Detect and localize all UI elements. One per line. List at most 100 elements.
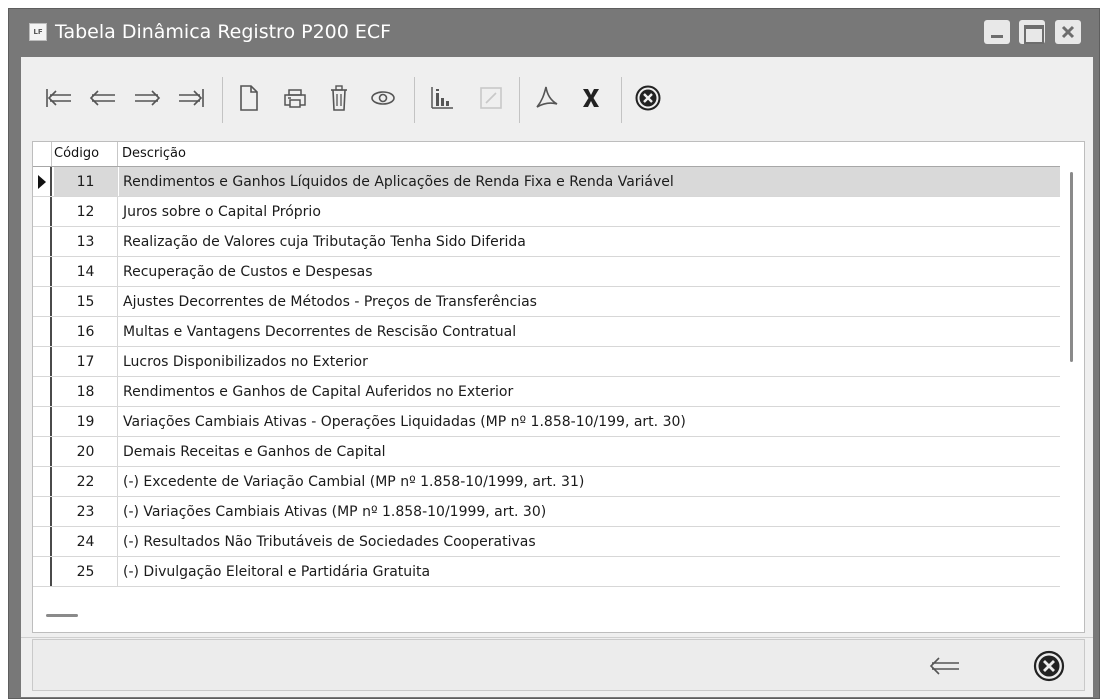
cell-descricao[interactable]: (-) Resultados Não Tributáveis de Socied… (119, 527, 536, 556)
application-window: LF Tabela Dinâmica Registro P200 ECF Cód… (8, 8, 1100, 699)
first-record-button[interactable] (41, 80, 77, 116)
eye-icon (371, 91, 395, 105)
cell-codigo[interactable]: 12 (54, 197, 118, 226)
cell-descricao[interactable]: Rendimentos e Ganhos de Capital Auferido… (119, 377, 513, 406)
row-indicator[interactable] (33, 407, 52, 436)
cell-descricao[interactable]: Juros sobre o Capital Próprio (119, 197, 321, 226)
table-row[interactable]: 22 (-) Excedente de Variação Cambial (MP … (33, 467, 1060, 497)
new-document-icon (240, 85, 258, 111)
cell-descricao[interactable]: (-) Excedente de Variação Cambial (MP nº… (119, 467, 584, 496)
row-indicator[interactable] (33, 347, 52, 376)
client-area: Código Descrição 11 Rendimentos e Ganhos … (21, 57, 1093, 697)
cell-descricao[interactable]: Demais Receitas e Ganhos de Capital (119, 437, 386, 466)
cell-codigo[interactable]: 17 (54, 347, 118, 376)
cell-descricao[interactable]: (-) Divulgação Eleitoral e Partidária Gr… (119, 557, 430, 586)
current-row-indicator[interactable] (33, 167, 52, 196)
cell-descricao[interactable]: Realização de Valores cuja Tributação Te… (119, 227, 526, 256)
table-row[interactable]: 12 Juros sobre o Capital Próprio (33, 197, 1060, 227)
table-row[interactable]: 18 Rendimentos e Ganhos de Capital Auferi… (33, 377, 1060, 407)
chart-button[interactable] (424, 80, 460, 116)
table-row[interactable]: 16 Multas e Vantagens Decorrentes de Resc… (33, 317, 1060, 347)
cell-descricao[interactable]: Lucros Disponibilizados no Exterior (119, 347, 368, 376)
cell-codigo[interactable]: 20 (54, 437, 118, 466)
grid-header: Código Descrição (33, 142, 1060, 167)
row-indicator[interactable] (33, 527, 52, 556)
cell-codigo[interactable]: 13 (54, 227, 118, 256)
cell-codigo[interactable]: 24 (54, 527, 118, 556)
cell-codigo[interactable]: 25 (54, 557, 118, 586)
pdf-icon (536, 86, 558, 108)
table-row[interactable]: 24 (-) Resultados Não Tributáveis de Soci… (33, 527, 1060, 557)
row-indicator[interactable] (33, 287, 52, 316)
table-row[interactable]: 17 Lucros Disponibilizados no Exterior (33, 347, 1060, 377)
back-button[interactable] (921, 644, 969, 688)
arrow-left-icon (89, 90, 115, 106)
pdf-export-button[interactable] (529, 80, 565, 116)
row-indicator[interactable] (33, 557, 52, 586)
table-row[interactable]: 20 Demais Receitas e Ganhos de Capital (33, 437, 1060, 467)
previous-record-button[interactable] (85, 80, 121, 116)
row-indicator[interactable] (33, 197, 52, 226)
close-form-button[interactable] (630, 80, 666, 116)
last-record-button[interactable] (173, 80, 209, 116)
close-window-button[interactable] (1055, 20, 1081, 44)
cell-descricao[interactable]: Multas e Vantagens Decorrentes de Rescis… (119, 317, 516, 346)
column-header-descricao[interactable]: Descrição (119, 142, 186, 166)
row-indicator[interactable] (33, 377, 52, 406)
table-row[interactable]: 19 Variações Cambiais Ativas - Operações … (33, 407, 1060, 437)
cell-codigo[interactable]: 15 (54, 287, 118, 316)
toolbar (21, 57, 1093, 135)
table-row[interactable]: 13 Realização de Valores cuja Tributação … (33, 227, 1060, 257)
table-row[interactable]: 15 Ajustes Decorrentes de Métodos - Preço… (33, 287, 1060, 317)
cell-codigo[interactable]: 16 (54, 317, 118, 346)
cell-codigo[interactable]: 11 (54, 167, 118, 196)
toolbar-separator (222, 77, 223, 123)
row-indicator[interactable] (33, 497, 52, 526)
cell-codigo[interactable]: 18 (54, 377, 118, 406)
cell-descricao[interactable]: Variações Cambiais Ativas - Operações Li… (119, 407, 686, 436)
table-row[interactable]: 25 (-) Divulgação Eleitoral e Partidária … (33, 557, 1060, 587)
table-row[interactable]: 14 Recuperação de Custos e Despesas (33, 257, 1060, 287)
cell-codigo[interactable]: 19 (54, 407, 118, 436)
title-bar[interactable]: LF Tabela Dinâmica Registro P200 ECF (9, 9, 1099, 57)
toolbar-separator (519, 77, 520, 123)
cell-descricao[interactable]: Rendimentos e Ganhos Líquidos de Aplicaç… (119, 167, 1060, 196)
arrow-to-last-icon (179, 89, 204, 107)
indicator-column-header (33, 142, 52, 166)
row-indicator[interactable] (33, 257, 52, 286)
print-button[interactable] (277, 80, 313, 116)
horizontal-scrollbar-thumb[interactable] (46, 614, 78, 617)
bottom-button-panel (32, 639, 1085, 691)
vertical-scrollbar-thumb[interactable] (1070, 172, 1073, 362)
view-button[interactable] (365, 80, 401, 116)
table-row[interactable]: 23 (-) Variações Cambiais Ativas (MP nº 1… (33, 497, 1060, 527)
cell-codigo[interactable]: 22 (54, 467, 118, 496)
row-indicator[interactable] (33, 227, 52, 256)
row-indicator[interactable] (33, 437, 52, 466)
vertical-scrollbar[interactable] (1066, 164, 1078, 584)
minimize-button[interactable] (984, 20, 1010, 44)
column-header-codigo[interactable]: Código (52, 142, 118, 166)
edit-button[interactable] (473, 80, 509, 116)
edit-icon (480, 87, 502, 109)
next-record-button[interactable] (129, 80, 165, 116)
cell-codigo[interactable]: 14 (54, 257, 118, 286)
cell-descricao[interactable]: (-) Variações Cambiais Ativas (MP nº 1.8… (119, 497, 546, 526)
printer-icon (284, 89, 306, 108)
records-grid[interactable]: Código Descrição 11 Rendimentos e Ganhos … (32, 141, 1085, 633)
row-indicator[interactable] (33, 467, 52, 496)
maximize-button[interactable] (1019, 20, 1045, 44)
delete-button[interactable] (321, 80, 357, 116)
exit-button[interactable] (1025, 644, 1073, 688)
new-record-button[interactable] (231, 80, 267, 116)
trash-icon (331, 85, 347, 111)
close-icon (1061, 25, 1075, 39)
excel-export-button[interactable] (573, 80, 609, 116)
cell-codigo[interactable]: 23 (54, 497, 118, 526)
chart-icon (431, 87, 453, 109)
cell-descricao[interactable]: Ajustes Decorrentes de Métodos - Preços … (119, 287, 537, 316)
cell-descricao[interactable]: Recuperação de Custos e Despesas (119, 257, 373, 286)
cancel-circle-icon (635, 85, 661, 111)
row-indicator[interactable] (33, 317, 52, 346)
table-row[interactable]: 11 Rendimentos e Ganhos Líquidos de Aplic… (33, 167, 1060, 197)
